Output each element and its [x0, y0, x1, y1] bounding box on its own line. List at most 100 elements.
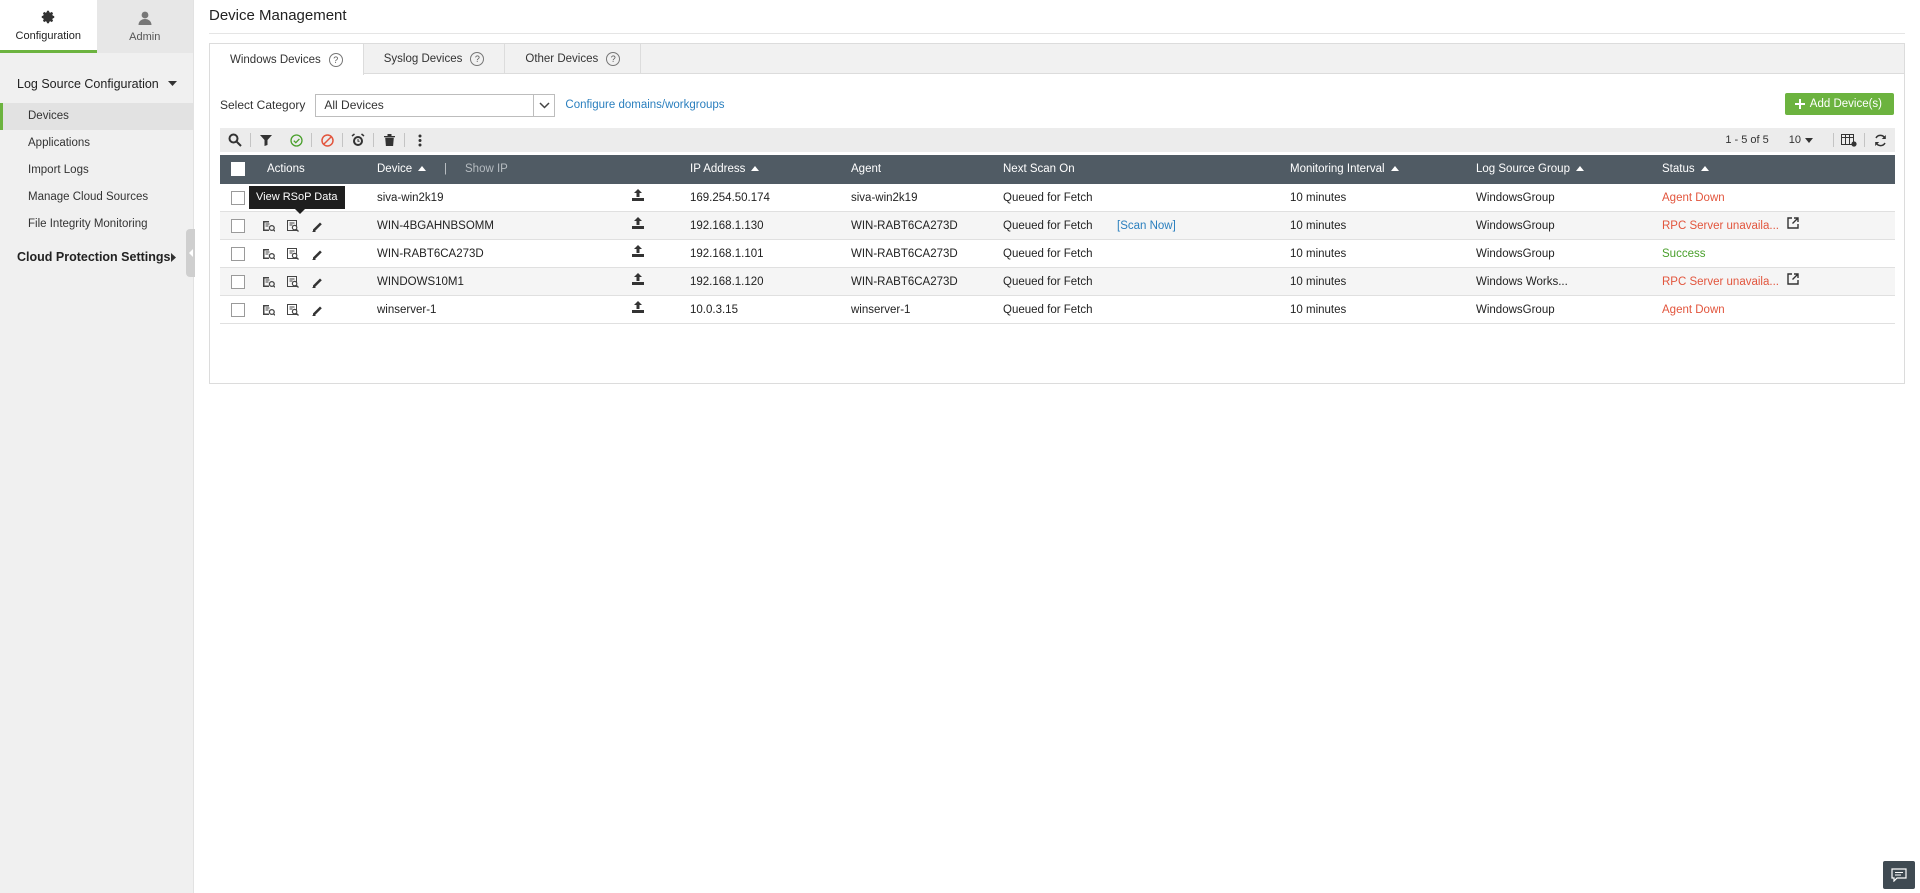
- tab-syslog-devices[interactable]: Syslog Devices ?: [364, 44, 506, 74]
- upload-agent-button[interactable]: [632, 296, 644, 324]
- sidebar-item-import-logs[interactable]: Import Logs: [0, 157, 193, 184]
- status-cell: RPC Server unavaila...: [1662, 268, 1799, 296]
- category-select[interactable]: All Devices: [315, 93, 556, 117]
- tab-other-devices[interactable]: Other Devices ?: [505, 44, 642, 74]
- device-name[interactable]: WINDOWS10M1: [377, 268, 464, 296]
- table-header: Actions Device | Show IP IP Address Agen…: [220, 155, 1895, 184]
- show-ip-toggle[interactable]: Show IP: [465, 155, 508, 184]
- filter-icon: [260, 135, 272, 146]
- tab-configuration[interactable]: Configuration: [0, 0, 97, 53]
- more-options-button[interactable]: [405, 128, 435, 152]
- help-icon[interactable]: ?: [606, 52, 621, 66]
- agent-name: WIN-RABT6CA273D: [851, 276, 958, 288]
- upload-agent-button[interactable]: [632, 184, 644, 212]
- sidebar-item-applications[interactable]: Applications: [0, 130, 193, 157]
- header-log-source-group[interactable]: Log Source Group: [1476, 155, 1584, 184]
- row-checkbox[interactable]: [231, 190, 245, 205]
- rsop-data-icon: [287, 276, 299, 288]
- refresh-button[interactable]: [1865, 128, 1895, 152]
- device-name[interactable]: WIN-4BGAHNBSOMM: [377, 212, 494, 240]
- help-icon[interactable]: ?: [470, 52, 485, 66]
- header-device[interactable]: Device: [377, 155, 427, 184]
- status-details-button[interactable]: [1787, 212, 1799, 240]
- header-status[interactable]: Status: [1662, 155, 1709, 184]
- scan-schedule-button[interactable]: [343, 128, 373, 152]
- monitoring-interval: 10 minutes: [1290, 304, 1347, 316]
- view-logs-icon: [263, 249, 275, 260]
- upload-agent-button[interactable]: [632, 268, 644, 296]
- external-link-icon: [1787, 217, 1799, 229]
- disable-button[interactable]: [312, 128, 342, 152]
- view-logs-button[interactable]: [257, 297, 281, 325]
- table-row: WIN-4BGAHNBSOMM 192.168.1.130 WIN-RABT6CA2…: [220, 212, 1895, 240]
- search-button[interactable]: [220, 128, 250, 152]
- view-logs-button[interactable]: [257, 269, 281, 297]
- sidebar-item-file-integrity-monitoring[interactable]: File Integrity Monitoring: [0, 211, 193, 238]
- device-name[interactable]: siva-win2k19: [377, 184, 443, 212]
- device-panel: Windows Devices ? Syslog Devices ? Other…: [209, 43, 1905, 384]
- next-scan: Queued for Fetch: [1003, 248, 1093, 260]
- rsop-data-button[interactable]: [281, 268, 305, 296]
- view-logs-button[interactable]: [257, 213, 281, 241]
- dropdown-toggle[interactable]: [533, 94, 554, 116]
- sidebar-collapse-handle[interactable]: [186, 229, 195, 277]
- header-monitoring-interval[interactable]: Monitoring Interval: [1290, 155, 1399, 184]
- edit-icon: [312, 306, 322, 316]
- section-cloud-protection-settings[interactable]: Cloud Protection Settings: [0, 244, 193, 270]
- header-actions: Actions: [267, 163, 305, 175]
- sidebar-item-manage-cloud-sources[interactable]: Manage Cloud Sources: [0, 184, 193, 211]
- edit-button[interactable]: [305, 297, 329, 325]
- category-row: Select Category All Devices Configure do…: [220, 93, 1894, 117]
- scan-now-link[interactable]: [Scan Now]: [1117, 212, 1176, 240]
- upload-agent-button[interactable]: [632, 240, 644, 268]
- add-device-button[interactable]: Add Device(s): [1784, 93, 1894, 115]
- edit-button[interactable]: [305, 241, 329, 269]
- device-name[interactable]: WIN-RABT6CA273D: [377, 240, 484, 268]
- device-name[interactable]: winserver-1: [377, 296, 436, 324]
- row-checkbox[interactable]: [231, 274, 245, 289]
- enable-button[interactable]: [281, 128, 311, 152]
- filter-button[interactable]: [251, 128, 281, 152]
- row-checkbox[interactable]: [231, 218, 245, 233]
- header-group-label: Log Source Group: [1476, 163, 1570, 175]
- next-scan: Queued for Fetch: [1003, 192, 1093, 204]
- rsop-data-button[interactable]: [281, 240, 305, 268]
- tab-admin[interactable]: Admin: [96, 0, 193, 53]
- delete-button[interactable]: [374, 128, 404, 152]
- tab-label: Windows Devices: [230, 53, 321, 66]
- row-checkbox[interactable]: [231, 246, 245, 261]
- rsop-data-button[interactable]: [281, 296, 305, 324]
- chat-button[interactable]: [1883, 861, 1915, 889]
- next-scan: Queued for Fetch: [1003, 276, 1093, 288]
- category-value: All Devices: [324, 97, 384, 112]
- status-details-button[interactable]: [1787, 268, 1799, 296]
- row-checkbox-cell: [231, 184, 245, 212]
- device-tabs: Windows Devices ? Syslog Devices ? Other…: [210, 44, 1904, 75]
- sidebar-item-devices[interactable]: Devices: [0, 103, 193, 130]
- column-chooser-icon: [1841, 133, 1857, 147]
- header-interval-label: Monitoring Interval: [1290, 163, 1385, 175]
- next-scan: Queued for Fetch: [1003, 220, 1093, 232]
- column-settings-button[interactable]: [1834, 128, 1864, 152]
- log-source-group: WindowsGroup: [1476, 248, 1555, 260]
- row-checkbox[interactable]: [231, 302, 245, 317]
- help-icon[interactable]: ?: [328, 52, 343, 67]
- caret-down-icon: [168, 81, 177, 86]
- monitoring-interval: 10 minutes: [1290, 192, 1347, 204]
- add-device-label: Add Device(s): [1809, 98, 1882, 110]
- monitoring-interval: 10 minutes: [1290, 248, 1347, 260]
- configure-domains-link[interactable]: Configure domains/workgroups: [565, 99, 724, 111]
- upload-agent-button[interactable]: [632, 212, 644, 240]
- select-all-checkbox[interactable]: [231, 161, 245, 176]
- page-size-select[interactable]: 10: [1789, 134, 1813, 146]
- tab-windows-devices[interactable]: Windows Devices ?: [210, 44, 364, 75]
- section-log-source-configuration[interactable]: Log Source Configuration: [0, 71, 193, 97]
- sort-asc-icon: [1700, 166, 1709, 171]
- table-row: WINDOWS10M1 192.168.1.120 WIN-RABT6CA273D Q…: [220, 268, 1895, 296]
- edit-button[interactable]: [305, 269, 329, 297]
- edit-button[interactable]: [305, 213, 329, 241]
- user-icon: [138, 11, 152, 25]
- header-ip-address[interactable]: IP Address: [690, 155, 760, 184]
- view-logs-button[interactable]: [257, 241, 281, 269]
- rsop-data-button[interactable]: [281, 212, 305, 240]
